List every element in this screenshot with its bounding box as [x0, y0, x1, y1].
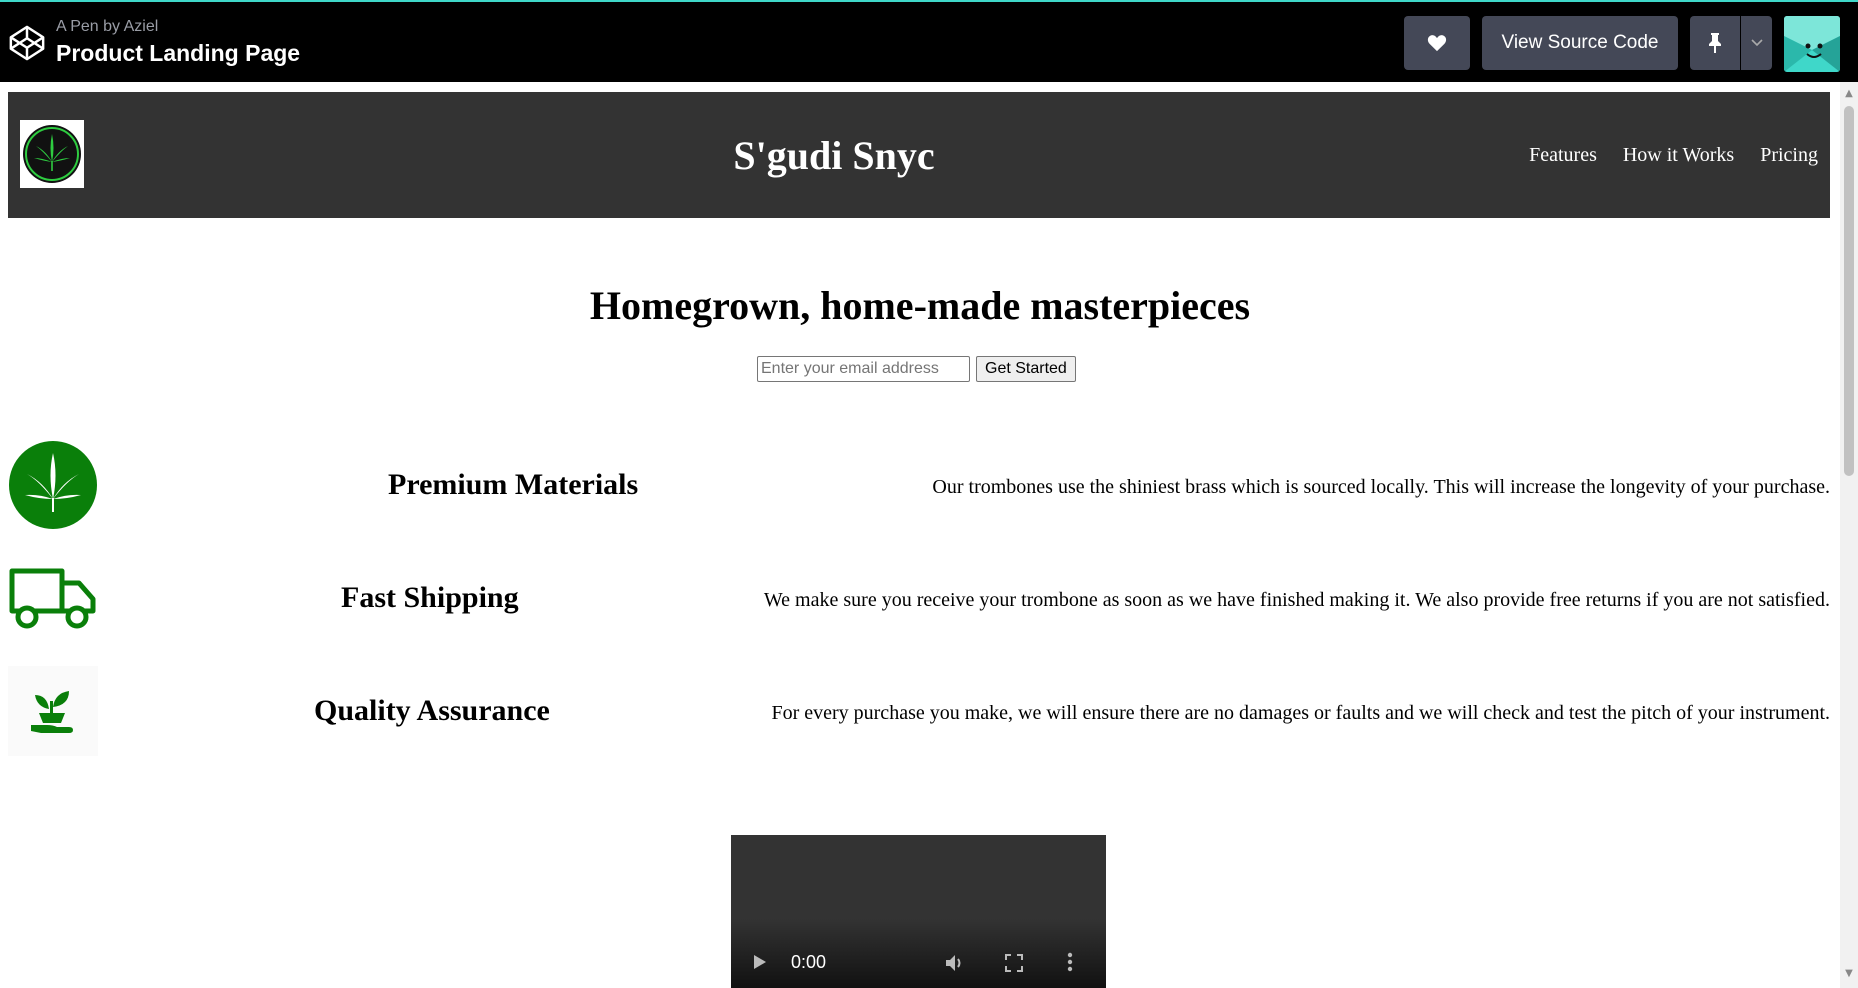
play-icon[interactable]	[753, 954, 767, 975]
feature-description: We make sure you receive your trombone a…	[763, 589, 1830, 611]
email-input[interactable]	[757, 356, 970, 382]
leaf-logo-icon	[23, 125, 81, 183]
nav-link-how-it-works[interactable]: How it Works	[1623, 144, 1734, 167]
truck-icon	[9, 568, 96, 629]
user-avatar[interactable]	[1784, 16, 1840, 72]
get-started-button[interactable]: Get Started	[976, 356, 1076, 382]
signup-form: Get Started	[757, 356, 1076, 382]
pen-author[interactable]: A Pen by Aziel	[56, 18, 158, 36]
nav-bar: Features How it Works Pricing	[1529, 144, 1818, 167]
volume-icon[interactable]	[945, 954, 965, 977]
pen-title: Product Landing Page	[56, 40, 301, 66]
feature-row: Quality Assurance For every purchase you…	[8, 666, 1830, 756]
leaf-icon	[9, 441, 97, 529]
codepen-logo-icon[interactable]	[8, 24, 46, 62]
site-header: S'gudi Snyc Features How it Works Pricin…	[8, 92, 1830, 218]
avatar-icon	[1784, 16, 1840, 72]
more-options-icon[interactable]	[1067, 952, 1073, 977]
pin-icon	[1709, 33, 1721, 53]
pin-dropdown-button[interactable]	[1741, 16, 1772, 70]
heart-icon	[1427, 35, 1447, 52]
hero-title: Homegrown, home-made masterpieces	[589, 283, 1251, 328]
feature-row: Fast Shipping We make sure you receive y…	[8, 553, 1830, 643]
pin-button[interactable]	[1690, 16, 1740, 70]
video-time: 0:00	[791, 952, 827, 972]
codepen-header: A Pen by Aziel Product Landing Page View…	[0, 0, 1858, 82]
nav-link-pricing[interactable]: Pricing	[1760, 144, 1818, 167]
scroll-down-arrow-icon[interactable]: ▼	[1840, 968, 1858, 982]
chevron-down-icon	[1750, 39, 1763, 47]
feature-icon-container	[8, 440, 98, 530]
scroll-up-arrow-icon[interactable]: ▲	[1840, 88, 1858, 102]
feature-title: Fast Shipping	[341, 581, 519, 614]
site-logo[interactable]	[20, 120, 84, 188]
view-source-button[interactable]: View Source Code	[1482, 16, 1678, 70]
video-player[interactable]: 0:00	[731, 835, 1106, 988]
feature-icon-container	[8, 553, 98, 643]
like-button[interactable]	[1404, 16, 1470, 70]
fullscreen-icon[interactable]	[1005, 954, 1023, 977]
feature-title: Premium Materials	[388, 468, 639, 501]
feature-description: For every purchase you make, we will ens…	[771, 702, 1830, 724]
nav-link-features[interactable]: Features	[1529, 144, 1597, 167]
feature-description: Our trombones use the shiniest brass whi…	[932, 476, 1830, 498]
feature-row: Premium Materials Our trombones use the …	[8, 440, 1830, 530]
plant-hand-icon	[31, 691, 73, 733]
feature-title: Quality Assurance	[314, 694, 550, 727]
feature-icon-container	[8, 666, 98, 756]
video-controls: 0:00	[731, 952, 1106, 976]
scrollbar-thumb[interactable]	[1844, 106, 1854, 476]
